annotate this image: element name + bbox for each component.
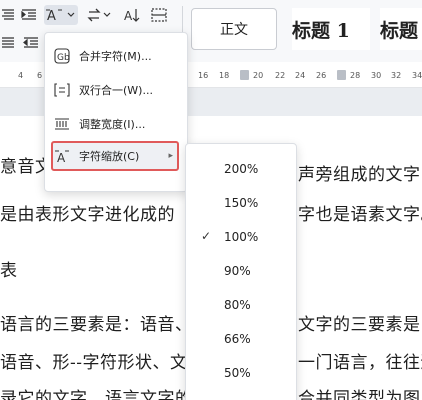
ruler-number: 26 — [316, 71, 327, 80]
scale-option-label: 150% — [224, 196, 259, 210]
ruler-indent-marker[interactable] — [337, 70, 346, 80]
text-direction-icon[interactable] — [86, 5, 114, 25]
scale-option-label: 80% — [224, 298, 251, 312]
style-normal[interactable]: 正文 — [191, 8, 277, 50]
scale-option-label: 100% — [224, 230, 259, 244]
menu-item-label: 字符缩放(C) — [79, 150, 140, 163]
adjust-width-icon — [53, 116, 71, 132]
scale-option-label: 90% — [224, 264, 251, 278]
merge-chars-icon: Gb — [53, 48, 71, 64]
scale-option-50[interactable]: 50% — [186, 358, 296, 388]
scale-option-label: 50% — [224, 366, 251, 380]
ruler-number: 28 — [350, 71, 361, 80]
ruler-number: 30 — [371, 71, 382, 80]
menu-item-label: 调整宽度(I)... — [79, 118, 146, 131]
ruler-number: 18 — [219, 71, 230, 80]
ruler-number: 24 — [295, 71, 306, 80]
ruler-number: 32 — [391, 71, 402, 80]
style-heading-2-label: 标题 — [380, 19, 419, 42]
doc-line: 语音、形--字符形状、文 — [0, 353, 188, 373]
doc-line: 表 — [0, 261, 18, 281]
doc-line: 录它的文字，语言文字的 — [0, 389, 193, 400]
doc-line: 是由表形文字进化成的 — [0, 205, 175, 225]
menu-item-merge-chars[interactable]: Gb 合并字符(M)... — [53, 41, 181, 71]
sort-icon[interactable]: A — [123, 5, 141, 25]
svg-text:A: A — [124, 9, 133, 23]
scale-option-200[interactable]: 200% — [186, 154, 296, 184]
scale-option-label: 66% — [224, 332, 251, 346]
menu-item-label: 合并字符(M)... — [79, 50, 152, 63]
svg-text:Gb: Gb — [57, 53, 70, 63]
menu-item-adjust-width[interactable]: 调整宽度(I)... — [53, 109, 181, 139]
menu-item-label: 双行合一(W)... — [79, 84, 153, 97]
scale-option-label: 200% — [224, 162, 259, 176]
ruler-number: 6 — [37, 71, 43, 80]
list-icon[interactable] — [0, 33, 16, 53]
menu-item-two-lines-in-one[interactable]: 双行合一(W)... — [53, 75, 181, 105]
char-scale-icon: A — [46, 9, 75, 23]
doc-line: 文字的三要素是： — [298, 315, 422, 335]
line-spacing-icon[interactable] — [0, 5, 16, 25]
char-scale-submenu: 200% 150% ✓ 100% 90% 80% 66% 50% — [185, 143, 297, 400]
scale-option-100[interactable]: ✓ 100% — [186, 222, 296, 252]
doc-line: 一门语言，往往适 — [298, 353, 422, 373]
doc-line: 合并同类型为图 — [298, 389, 421, 400]
ruler-number: 34 — [412, 71, 422, 80]
ruler-number: 16 — [198, 71, 209, 80]
doc-line: 语言的三要素是：语音、 — [0, 315, 193, 335]
svg-text:A: A — [57, 151, 66, 164]
check-icon: ✓ — [201, 229, 212, 243]
ruler-number: 22 — [275, 71, 286, 80]
borders-icon[interactable] — [150, 5, 168, 25]
menu-item-char-scale[interactable]: A 字符缩放(C) ▸ — [51, 141, 179, 171]
scale-option-150[interactable]: 150% — [186, 188, 296, 218]
style-heading-1[interactable]: 标题 1 — [292, 8, 370, 50]
ruler-number: 4 — [18, 71, 24, 80]
doc-line: 声旁组成的文字 — [298, 165, 421, 185]
scale-option-90[interactable]: 90% — [186, 256, 296, 286]
two-lines-in-one-icon — [53, 82, 71, 98]
char-scale-dropdown-menu: Gb 合并字符(M)... 双行合一(W)... 调整宽度(I)... A 字符… — [44, 32, 188, 192]
ruler-indent-marker[interactable] — [240, 70, 249, 80]
char-scale-button[interactable]: A — [44, 5, 78, 25]
scale-option-66[interactable]: 66% — [186, 324, 296, 354]
indent-icon[interactable] — [20, 5, 38, 25]
scale-option-80[interactable]: 80% — [186, 290, 296, 320]
style-heading-1-label: 标题 1 — [292, 19, 350, 42]
style-normal-label: 正文 — [220, 22, 248, 38]
svg-text:A: A — [47, 9, 56, 23]
char-scale-icon: A — [53, 148, 71, 164]
submenu-arrow-icon: ▸ — [168, 151, 173, 161]
ruler-number: 20 — [253, 71, 264, 80]
outdent-icon[interactable] — [22, 33, 40, 53]
style-heading-2[interactable]: 标题 — [380, 8, 422, 50]
doc-line: 字也是语素文字。 — [298, 205, 422, 225]
